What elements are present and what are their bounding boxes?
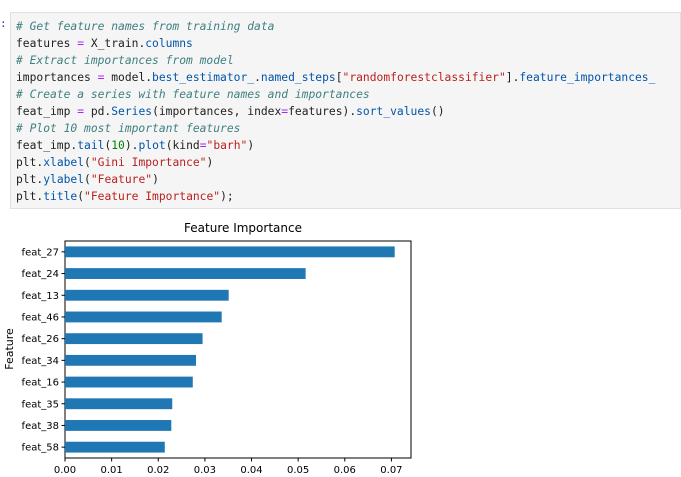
bar-feat_38 xyxy=(65,420,172,431)
code-token: "Gini Importance" xyxy=(90,156,207,169)
code-token: xlabel xyxy=(43,156,85,169)
code-token: features). xyxy=(288,105,357,118)
code-token: feature_importances_ xyxy=(519,71,656,84)
bar-feat_16 xyxy=(65,376,193,388)
bar-feat_35 xyxy=(65,398,173,410)
code-token: (kind xyxy=(165,139,200,152)
code-token: ) xyxy=(247,139,255,152)
feature-importance-chart: Feature Importance Feature feat_27feat_2… xyxy=(3,221,412,476)
code-line: # Extract importances from model xyxy=(16,54,234,67)
code-line: plt.ylabel("Feature") xyxy=(16,173,159,186)
code-line: feat_imp = pd.Series(importances, index=… xyxy=(16,105,445,118)
code-token: ]. xyxy=(505,71,520,84)
y-tick-label: feat_16 xyxy=(22,378,59,389)
code-comment: # Create a series with feature names and… xyxy=(16,88,370,101)
bar-feat_34 xyxy=(65,354,197,366)
code-token: ); xyxy=(220,190,234,203)
code-token: Series xyxy=(111,105,153,118)
code-token: plot xyxy=(138,139,166,152)
code-token: model. xyxy=(104,71,153,84)
code-token: . xyxy=(254,71,261,84)
x-tick-label: 0.07 xyxy=(380,465,402,473)
y-tick-label: feat_13 xyxy=(22,291,59,302)
code-token: = xyxy=(199,139,207,152)
code-token: sort_values xyxy=(356,105,431,118)
y-tick-label: feat_58 xyxy=(22,443,59,454)
code-token: ylabel xyxy=(43,173,85,186)
code-comment: # Plot 10 most important features xyxy=(16,122,241,135)
code-token: = xyxy=(77,37,85,50)
y-tick-label: feat_35 xyxy=(22,399,59,410)
x-tick-label: 0.02 xyxy=(147,465,169,473)
code-line: features = X_train.columns xyxy=(16,37,193,50)
code-line: feat_imp.tail(10).plot(kind="barh") xyxy=(16,139,254,152)
code-token: plt. xyxy=(16,190,44,203)
code-token: title xyxy=(43,190,78,203)
x-tick-label: 0.06 xyxy=(334,465,356,473)
code-line: # Get feature names from training data xyxy=(16,20,274,33)
code-line: importances = model.best_estimator_.name… xyxy=(16,71,655,84)
code-line: plt.xlabel("Gini Importance") xyxy=(16,156,213,169)
y-tick-label: feat_34 xyxy=(22,356,59,367)
bar-feat_13 xyxy=(65,289,229,301)
code-token: ( xyxy=(84,156,91,169)
code-token: plt. xyxy=(16,173,44,186)
code-token: tail xyxy=(77,139,105,152)
code-token: feat_imp. xyxy=(16,139,78,152)
code-token: features xyxy=(16,37,78,50)
code-token: "Feature Importance" xyxy=(84,190,221,203)
code-token: ) xyxy=(206,156,214,169)
x-ticks-group: 0.00 0.01 0.02 0.03 0.04 0.05 0.06 0.07 xyxy=(54,458,403,476)
code-token: named_steps xyxy=(260,71,336,84)
code-line: # Plot 10 most important features xyxy=(16,122,240,135)
y-tick-label: feat_38 xyxy=(22,421,59,432)
y-tick-label: feat_46 xyxy=(22,312,59,323)
cell-prompt-mark: : xyxy=(0,17,7,30)
code-editor[interactable]: # Get feature names from training data f… xyxy=(16,18,655,205)
code-token: "Feature" xyxy=(90,173,153,186)
bar-feat_24 xyxy=(65,268,306,279)
code-token: importances xyxy=(16,71,98,84)
y-tick-label: feat_27 xyxy=(22,247,59,258)
bar-feat_46 xyxy=(65,311,222,323)
cell-output: Feature Importance Feature feat_27 feat_2… xyxy=(0,212,681,476)
code-cell[interactable]: # Get feature names from training data f… xyxy=(10,12,681,209)
y-axis-label: Feature xyxy=(3,328,16,370)
code-line: plt.title("Feature Importance"); xyxy=(16,190,234,203)
code-line: # Create a series with feature names and… xyxy=(16,88,370,101)
code-token: X_train. xyxy=(84,37,146,50)
bar-feat_27 xyxy=(65,246,395,258)
code-token: 10 xyxy=(111,139,125,152)
x-tick-label: 0.00 xyxy=(54,465,76,473)
bar-feat_58 xyxy=(65,441,165,453)
bar-feat_26 xyxy=(65,333,203,345)
code-token: () xyxy=(430,105,445,118)
code-token: ( xyxy=(84,173,91,186)
code-token: feat_imp xyxy=(16,105,78,118)
code-token: (importances, index xyxy=(152,105,282,118)
bars-group xyxy=(65,246,395,453)
code-comment: # Get feature names from training data xyxy=(16,20,275,33)
code-token: pd. xyxy=(84,105,112,118)
code-token: plt. xyxy=(16,156,44,169)
code-token: "barh" xyxy=(206,139,248,152)
x-tick-label: 0.03 xyxy=(194,465,216,473)
x-tick-label: 0.05 xyxy=(287,465,309,473)
y-tick-label: feat_26 xyxy=(22,334,59,345)
y-ticks-group: feat_27 feat_24 feat_13 feat_46 feat_26 feat_… xyxy=(22,247,65,454)
code-token: columns xyxy=(145,37,193,50)
code-comment: # Extract importances from model xyxy=(16,54,234,67)
y-tick-label: feat_24 xyxy=(22,269,59,280)
code-token: [ xyxy=(335,71,343,84)
x-tick-label: 0.01 xyxy=(100,465,122,473)
code-token: "randomforestclassifier" xyxy=(342,71,506,84)
code-token: ). xyxy=(124,139,139,152)
code-token: = xyxy=(77,105,85,118)
code-token: best_estimator_ xyxy=(152,71,255,84)
code-token: ) xyxy=(152,173,159,186)
x-tick-label: 0.04 xyxy=(240,465,262,473)
chart-title: Feature Importance xyxy=(184,221,302,235)
